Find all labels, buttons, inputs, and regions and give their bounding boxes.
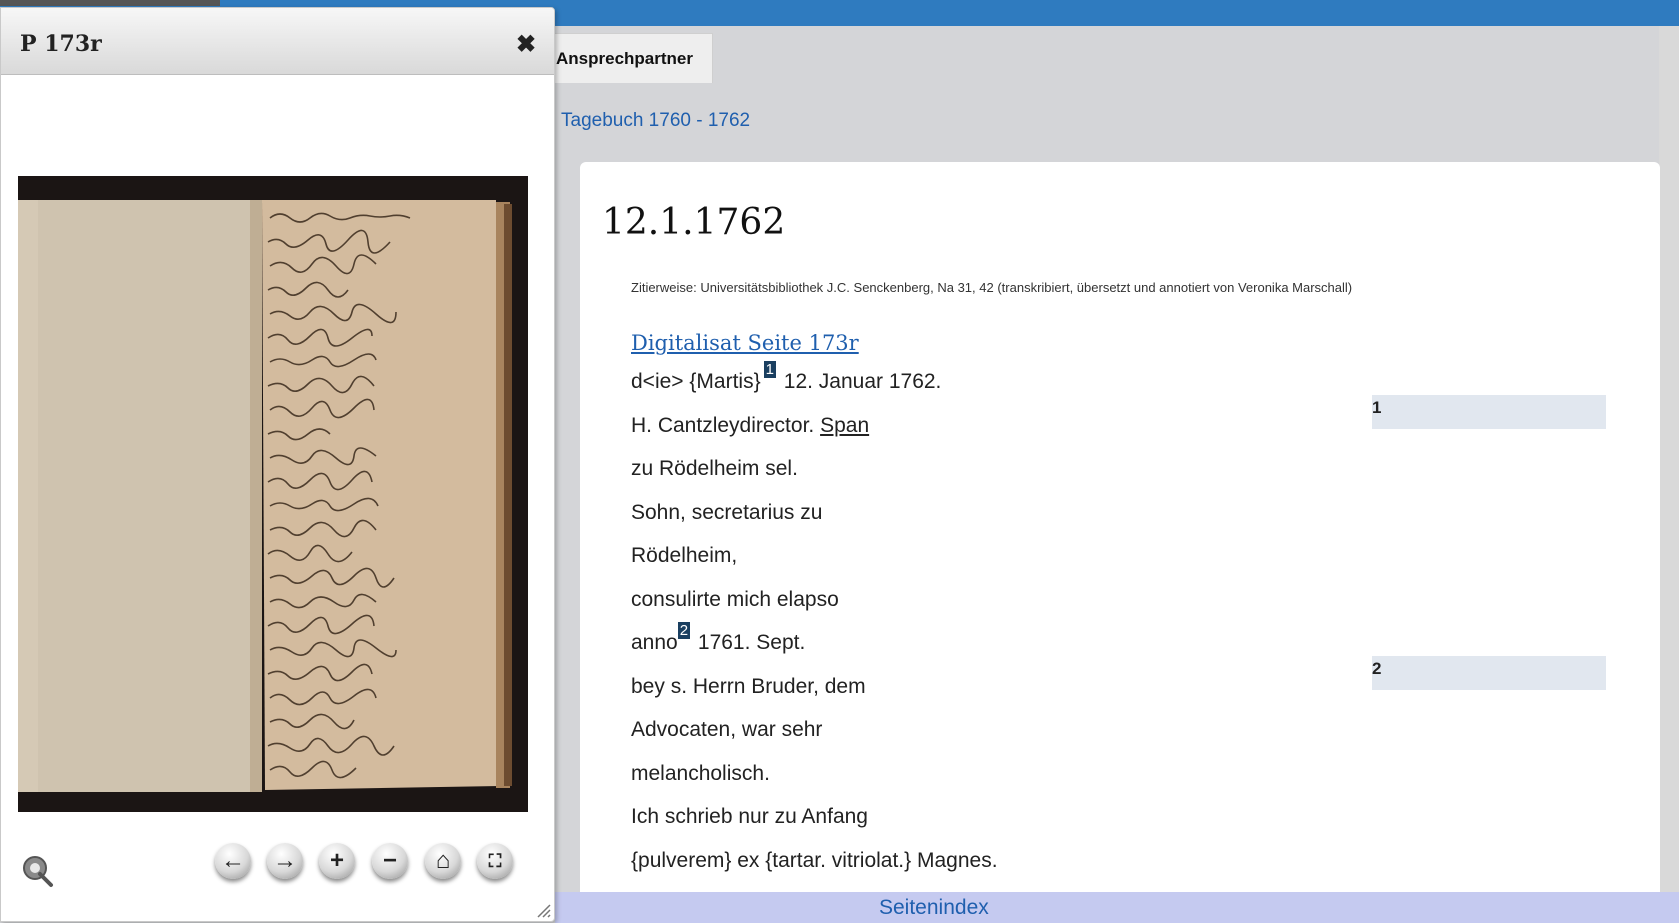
person-link-span[interactable]: Span	[820, 414, 869, 437]
transcription-line: Advocaten, war sehr	[631, 718, 823, 741]
page-index-bar[interactable]: Seitenindex	[555, 892, 1679, 923]
fullscreen-icon[interactable]: ⛶	[477, 843, 513, 879]
image-viewer-dialog[interactable]: P 173r ✖ ← → + − ⌂ ⛶	[0, 7, 555, 922]
citation-text: Zitierweise: Universitätsbibliothek J.C.…	[631, 280, 1353, 295]
previous-arrow-icon[interactable]: ←	[215, 843, 251, 879]
home-icon[interactable]: ⌂	[425, 843, 461, 879]
close-icon[interactable]: ✖	[516, 30, 536, 59]
transcription-line: anno2 1761. Sept.	[631, 622, 806, 654]
transcription-line: H. Cantzleydirector. Span	[631, 413, 870, 437]
transcription-lines: d<ie> {Martis}1 12. Januar 1762. H. Cant…	[631, 361, 998, 894]
transcription-line: bey s. Herrn Bruder, dem	[631, 674, 866, 698]
transcription-line: melancholisch.	[631, 761, 770, 785]
transcription-line: Rödelheim,	[631, 544, 738, 567]
scrollbar-track[interactable]	[1659, 26, 1679, 896]
next-arrow-icon[interactable]: →	[267, 843, 303, 879]
footnote-box: 1	[1372, 395, 1606, 429]
transcription-line: d<ie> {Martis}1 12. Januar 1762.	[631, 361, 942, 393]
digitalisat-link[interactable]: Digitalisat Seite 173r	[631, 331, 859, 355]
transcription-line: zu Rödelheim sel.	[631, 457, 798, 480]
viewer-header[interactable]: P 173r ✖	[1, 8, 554, 75]
footnote-marker[interactable]: 2	[677, 622, 691, 639]
page-title: 12.1.1762	[602, 202, 786, 243]
page-index-link[interactable]: Seitenindex	[879, 896, 989, 920]
tab-ansprechpartner[interactable]: Ansprechpartner	[553, 33, 713, 83]
transcription-line: Sohn, secretarius zu	[631, 500, 823, 524]
zoom-out-icon[interactable]: −	[372, 843, 408, 879]
resize-handle-icon[interactable]	[535, 902, 551, 918]
footnote-marker[interactable]: 1	[763, 361, 776, 378]
top-bar-accent	[0, 0, 220, 6]
breadcrumb-link[interactable]: Tagebuch 1760 - 1762	[561, 110, 750, 132]
tab-label: Ansprechpartner	[556, 48, 693, 68]
footnote-box: 2	[1372, 656, 1606, 690]
transcription-line: Ich schrieb nur zu Anfang	[631, 805, 868, 828]
transcription-line: {pulverem} ex {tartar. vitriolat.} Magne…	[631, 848, 998, 872]
viewer-title: P 173r	[20, 31, 102, 57]
manuscript-page-image[interactable]	[18, 176, 528, 812]
entry-panel: 12.1.1762 Zitierweise: Universitätsbibli…	[580, 162, 1660, 902]
pin-icon[interactable]	[20, 854, 54, 888]
zoom-in-icon[interactable]: +	[319, 843, 355, 879]
